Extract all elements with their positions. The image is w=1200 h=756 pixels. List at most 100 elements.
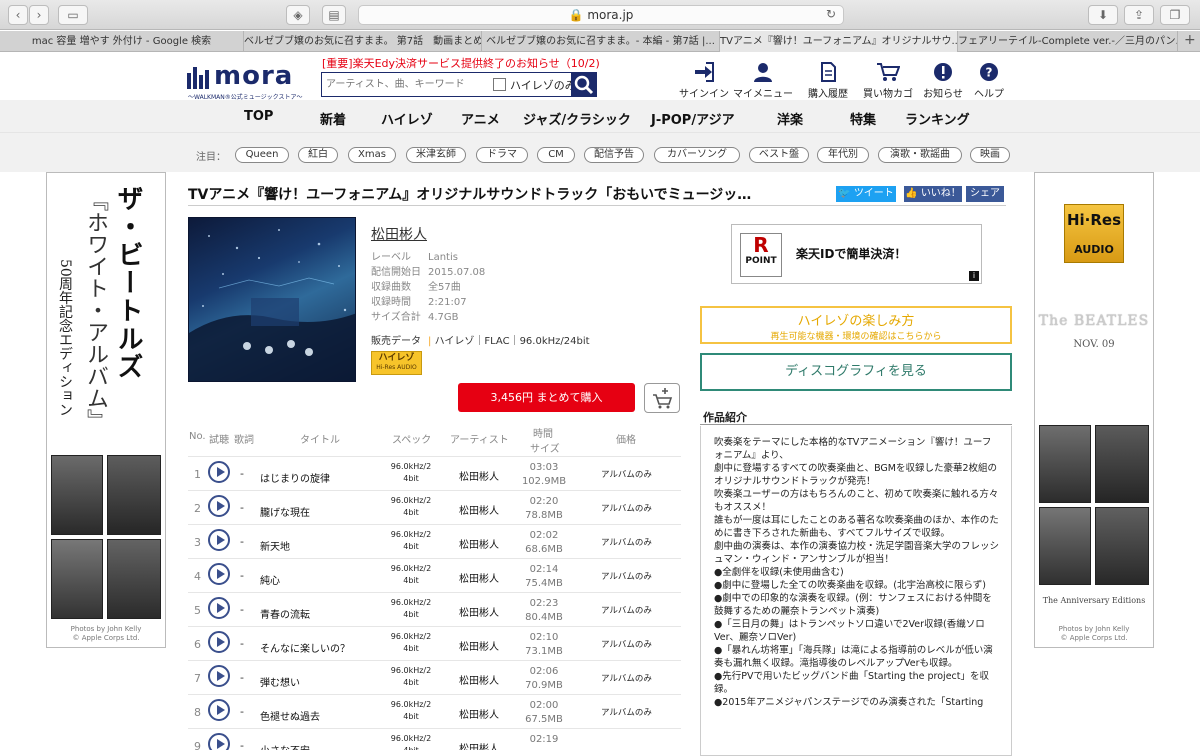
play-button[interactable]	[208, 597, 230, 619]
browser-tab-active[interactable]: TVアニメ『響け！ユーフォニアム』オリジナルサウ...	[720, 31, 958, 52]
back-button[interactable]: ‹	[8, 5, 28, 25]
beatles-banner-left[interactable]: ザ・ビートルズ 『ホワイト・アルバム』 50周年記念エディション Photos …	[46, 172, 166, 648]
album-cover-art	[189, 229, 355, 381]
intro-paragraph: ●「暴れん坊将軍」「海兵隊」は滝による指導前のレベルが低い演奏も漏れ無く収録。滝…	[714, 645, 993, 669]
track-title[interactable]: そんなに楽しいの？	[260, 640, 350, 655]
tag[interactable]: 配信予告	[584, 147, 644, 163]
nav-features[interactable]: 特集	[850, 109, 876, 128]
track-artist[interactable]: 松田彬人	[459, 502, 499, 517]
rakuten-point-logo: R POINT	[740, 233, 782, 277]
tag[interactable]: 映画	[970, 147, 1010, 163]
new-tab-icon[interactable]: +	[1184, 32, 1196, 48]
play-button[interactable]	[208, 665, 230, 687]
important-notice-link[interactable]: [重要]楽天Edy決済サービス提供終了のお知らせ（10/2)	[322, 55, 600, 71]
track-no: 4	[194, 570, 201, 583]
mymenu-link[interactable]: マイメニュー	[733, 62, 793, 100]
track-artist[interactable]: 松田彬人	[459, 638, 499, 653]
nav-jazz-classic[interactable]: ジャズ/クラシック	[523, 109, 631, 128]
mora-logo[interactable]: mora 〜WALKMAN®公式ミュージックストア〜	[186, 61, 306, 101]
tag[interactable]: ベスト盤	[749, 147, 809, 163]
nav-hires[interactable]: ハイレゾ	[381, 109, 433, 128]
track-artist[interactable]: 松田彬人	[459, 740, 499, 750]
tag[interactable]: Xmas	[348, 147, 396, 163]
lyrics-cell: -	[240, 501, 244, 514]
track-title[interactable]: 新天地	[260, 538, 290, 553]
tag[interactable]: Queen	[235, 147, 289, 163]
track-title[interactable]: 弾む想い	[260, 674, 300, 689]
discography-button[interactable]: ディスコグラフィを見る	[700, 353, 1012, 391]
tag[interactable]: 米津玄師	[406, 147, 466, 163]
search-icon	[574, 75, 594, 95]
tabs-icon[interactable]: ❐	[1160, 5, 1190, 25]
play-button[interactable]	[208, 563, 230, 585]
play-button[interactable]	[208, 461, 230, 483]
tag[interactable]: 演歌・歌謡曲	[878, 147, 962, 163]
track-title[interactable]: 小さな不安	[260, 742, 310, 750]
share-icon[interactable]: ⇪	[1124, 5, 1154, 25]
play-button[interactable]	[208, 495, 230, 517]
play-button[interactable]	[208, 733, 230, 750]
track-size: 73.1MB	[525, 646, 563, 657]
rakuten-banner[interactable]: R POINT 楽天IDで簡単決済！ i	[731, 224, 982, 284]
nav-ranking[interactable]: ランキング	[905, 109, 970, 128]
browser-tab[interactable]: ベルゼブブ嬢のお気に召すまま。- 本編 - 第7話 |...	[482, 31, 720, 52]
play-button[interactable]	[208, 529, 230, 551]
tag[interactable]: カバーソング	[654, 147, 740, 163]
browser-tab[interactable]: mac 容量 増やす 外付け - Google 検索	[0, 31, 244, 52]
search-button[interactable]	[571, 72, 597, 97]
browser-tab[interactable]: フェアリーテイル-Complete ver.-／三月のパン...	[958, 31, 1178, 52]
play-button[interactable]	[208, 699, 230, 721]
track-artist[interactable]: 松田彬人	[459, 706, 499, 721]
track-title[interactable]: 青春の流転	[260, 606, 310, 621]
beatles-banner-right[interactable]: Hi·Res AUDIO The BEATLES NOV. 09 The Ann…	[1034, 172, 1154, 648]
track-artist[interactable]: 松田彬人	[459, 570, 499, 585]
track-title[interactable]: 純心	[260, 572, 280, 587]
sidebar-toggle-icon[interactable]: ▭	[58, 5, 88, 25]
address-text: mora.jp	[587, 8, 634, 22]
hires-only-checkbox[interactable]	[493, 78, 506, 91]
artist-link[interactable]: 松田彬人	[371, 224, 427, 244]
track-title[interactable]: 朧げな現在	[260, 504, 310, 519]
cart-link[interactable]: 買い物カゴ	[858, 62, 918, 100]
nav-jpop-asia[interactable]: J-POP/アジア	[651, 109, 735, 128]
tag[interactable]: 年代別	[817, 147, 869, 163]
time-key: 収録時間	[371, 297, 411, 308]
track-spec: 96.0kHz/2 4bit	[387, 597, 435, 621]
track-artist[interactable]: 松田彬人	[459, 672, 499, 687]
track-artist[interactable]: 松田彬人	[459, 468, 499, 483]
address-bar[interactable]: 🔒 mora.jp	[358, 5, 844, 25]
browser-tab[interactable]: ベルゼブブ嬢のお気に召すまま。 第7話 動画まとめ...	[244, 31, 482, 52]
signin-link[interactable]: サインイン	[674, 62, 734, 100]
shield-icon[interactable]: ◈	[286, 5, 310, 25]
forward-button[interactable]: ›	[29, 5, 49, 25]
like-button[interactable]: 👍 いいね！	[904, 186, 962, 202]
track-artist[interactable]: 松田彬人	[459, 536, 499, 551]
intro-paragraph: ●劇中に登場した全ての吹奏楽曲を収録。(北宇治高校に限らず)	[714, 580, 987, 591]
info-icon[interactable]: i	[969, 271, 979, 281]
buy-album-button[interactable]: 3,456円 まとめて購入	[458, 383, 635, 412]
reload-icon[interactable]: ↻	[826, 7, 836, 21]
share-button[interactable]: シェア	[966, 186, 1004, 202]
history-link[interactable]: 購入履歴	[798, 62, 858, 100]
nav-top[interactable]: TOP	[244, 109, 273, 124]
label-value[interactable]: Lantis	[428, 252, 458, 263]
reader-icon[interactable]: ▤	[322, 5, 346, 25]
add-to-cart-button[interactable]	[644, 383, 680, 413]
nav-new[interactable]: 新着	[320, 109, 346, 128]
nav-anime[interactable]: アニメ	[461, 109, 500, 128]
nav-western[interactable]: 洋楽	[777, 109, 803, 128]
tweet-button[interactable]: 🐦 ツイート	[836, 186, 896, 202]
hires-guide-link[interactable]: ハイレゾの楽しみ方 再生可能な機器・環境の確認はこちらから	[700, 306, 1012, 344]
help-link[interactable]: ? ヘルプ	[959, 62, 1019, 100]
tag[interactable]: ドラマ	[476, 147, 528, 163]
track-artist[interactable]: 松田彬人	[459, 604, 499, 619]
tag[interactable]: 紅白	[298, 147, 338, 163]
search-input[interactable]	[326, 76, 486, 93]
user-icon	[754, 63, 772, 82]
download-icon[interactable]: ⬇	[1088, 5, 1118, 25]
track-title[interactable]: はじまりの旋律	[260, 470, 330, 485]
track-title[interactable]: 色褪せぬ過去	[260, 708, 320, 723]
track-time: 02:02	[529, 530, 559, 541]
play-button[interactable]	[208, 631, 230, 653]
tag[interactable]: CM	[537, 147, 575, 163]
